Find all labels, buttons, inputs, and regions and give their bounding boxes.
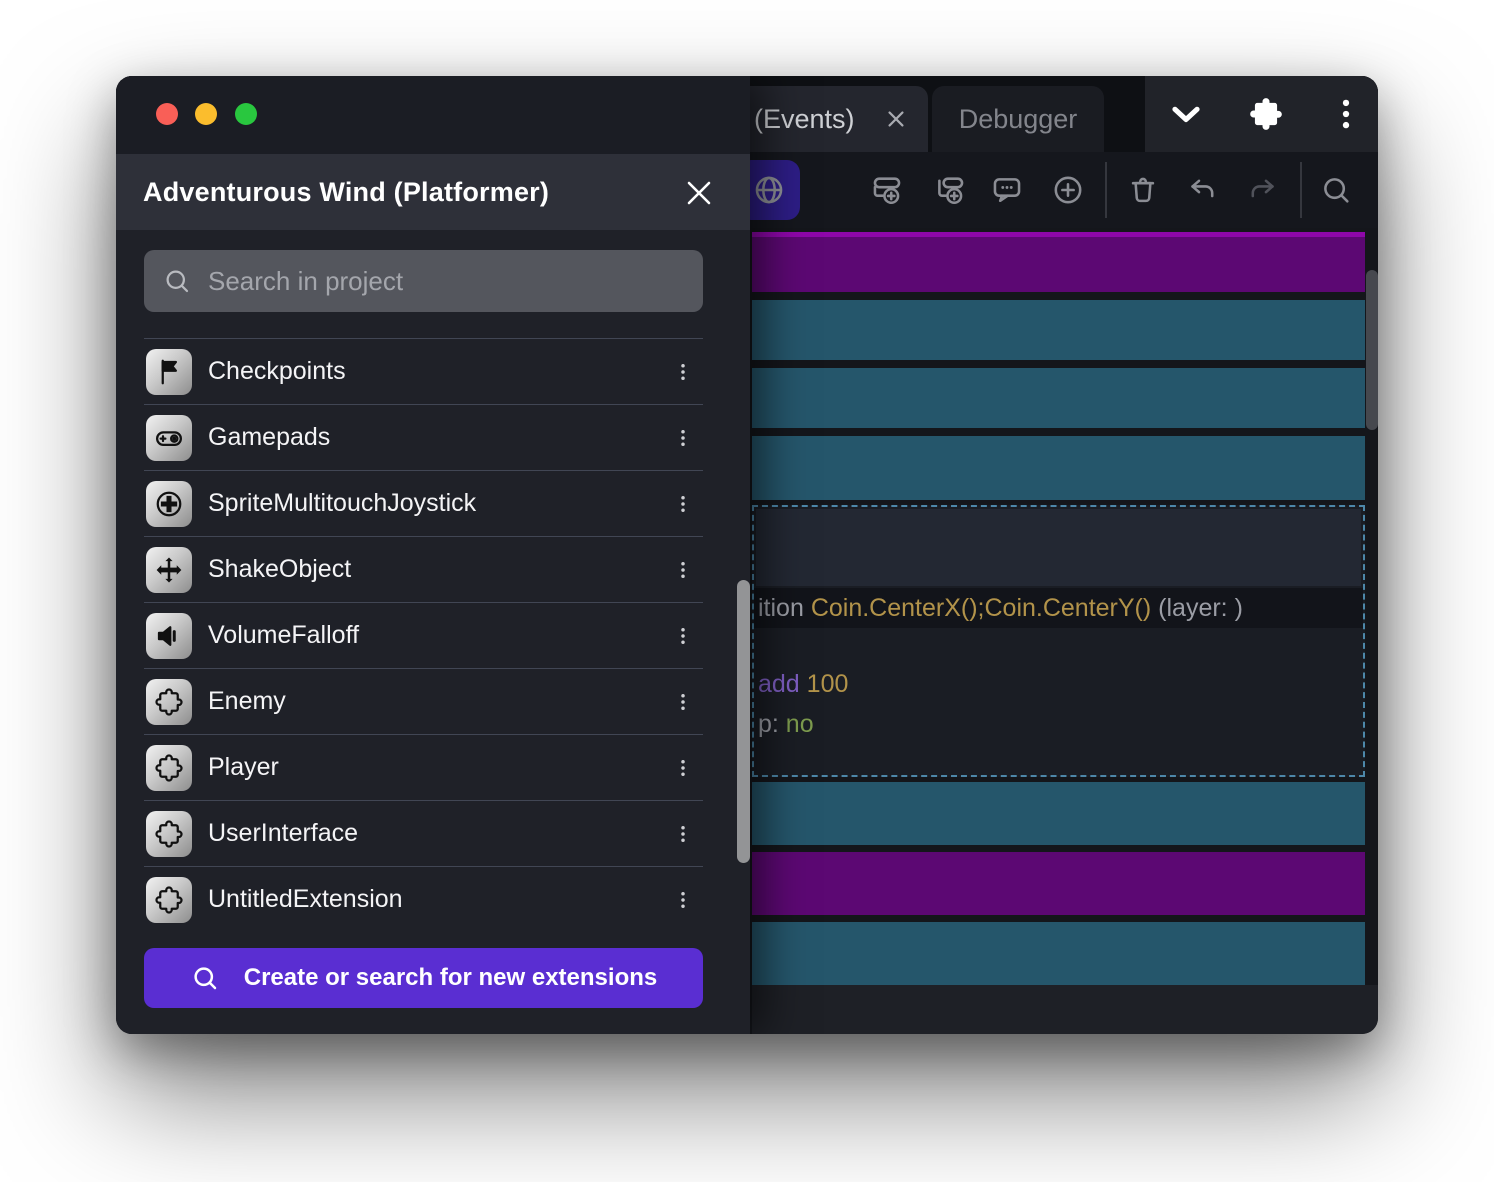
flag-icon xyxy=(146,349,192,395)
event-conditions-area[interactable] xyxy=(756,509,1361,586)
list-item-enemy[interactable]: Enemy xyxy=(144,668,703,734)
puzzle-icon xyxy=(146,811,192,857)
close-icon[interactable] xyxy=(684,178,714,208)
code-segment: no xyxy=(786,710,814,739)
app-window: (Events) Debugger xyxy=(116,76,1378,1034)
item-menu-icon[interactable] xyxy=(665,548,701,592)
code-segment: (layer: ) xyxy=(1151,594,1243,623)
puzzle-icon xyxy=(146,679,192,725)
list-item-label: Player xyxy=(208,753,665,782)
item-menu-icon[interactable] xyxy=(665,416,701,460)
list-item-label: UntitledExtension xyxy=(208,885,665,914)
code-segment: Coin.CenterY() xyxy=(984,594,1151,623)
selected-event-block[interactable]: ition Coin.CenterX();Coin.CenterY() (lay… xyxy=(752,505,1365,777)
event-row-purple[interactable] xyxy=(752,232,1365,292)
event-code-line[interactable]: ition Coin.CenterX();Coin.CenterY() (lay… xyxy=(754,588,1363,628)
code-segment: p: xyxy=(758,710,786,739)
item-menu-icon[interactable] xyxy=(665,680,701,724)
project-search xyxy=(144,250,703,312)
list-item-player[interactable]: Player xyxy=(144,734,703,800)
events-sheet: ition Coin.CenterX();Coin.CenterY() (lay… xyxy=(752,76,1365,1034)
gamepad-icon xyxy=(146,415,192,461)
item-menu-icon[interactable] xyxy=(665,812,701,856)
list-item-checkpoints[interactable]: Checkpoints xyxy=(144,338,703,404)
list-item-userinterface[interactable]: UserInterface xyxy=(144,800,703,866)
code-segment: 100 xyxy=(807,670,849,699)
event-row-purple[interactable] xyxy=(752,852,1365,915)
minimize-window-button[interactable] xyxy=(195,103,217,125)
window-titlebar xyxy=(116,76,750,154)
item-menu-icon[interactable] xyxy=(665,746,701,790)
list-item-gamepads[interactable]: Gamepads xyxy=(144,404,703,470)
event-row-teal[interactable] xyxy=(752,368,1365,428)
event-row-teal[interactable] xyxy=(752,922,1365,985)
create-extension-button[interactable]: Create or search for new extensions xyxy=(144,948,703,1008)
puzzle-icon xyxy=(146,877,192,923)
list-item-label: Enemy xyxy=(208,687,665,716)
list-item-label: VolumeFalloff xyxy=(208,621,665,650)
list-item-label: Checkpoints xyxy=(208,357,665,386)
list-item-label: ShakeObject xyxy=(208,555,665,584)
move-arrows-icon xyxy=(146,547,192,593)
event-row-teal[interactable] xyxy=(752,300,1365,360)
search-input[interactable] xyxy=(208,250,703,312)
list-item-shakeobject[interactable]: ShakeObject xyxy=(144,536,703,602)
create-extension-label: Create or search for new extensions xyxy=(244,964,657,992)
events-sheet-footer xyxy=(752,985,1378,1034)
project-manager-header: Adventurous Wind (Platformer) xyxy=(116,154,750,230)
list-item-untitledextension[interactable]: UntitledExtension xyxy=(144,866,703,932)
code-segment: ition xyxy=(758,594,811,623)
close-window-button[interactable] xyxy=(156,103,178,125)
speaker-icon xyxy=(146,613,192,659)
item-menu-icon[interactable] xyxy=(665,878,701,922)
list-item-spritemultitouchjoystick[interactable]: SpriteMultitouchJoystick xyxy=(144,470,703,536)
list-item-label: SpriteMultitouchJoystick xyxy=(208,489,665,518)
search-icon xyxy=(162,266,192,296)
event-row-teal[interactable] xyxy=(752,782,1365,845)
joystick-icon xyxy=(146,481,192,527)
event-code-line[interactable]: p: no xyxy=(758,705,1359,743)
project-title: Adventurous Wind (Platformer) xyxy=(143,177,549,208)
list-item-label: UserInterface xyxy=(208,819,665,848)
zoom-window-button[interactable] xyxy=(235,103,257,125)
event-row-teal[interactable] xyxy=(752,436,1365,500)
item-menu-icon[interactable] xyxy=(665,350,701,394)
code-segment: add xyxy=(758,670,807,699)
list-item-label: Gamepads xyxy=(208,423,665,452)
puzzle-icon xyxy=(146,745,192,791)
events-scrollbar[interactable] xyxy=(1366,270,1378,430)
project-manager-panel: Adventurous Wind (Platformer) Checkpoint… xyxy=(116,76,750,1034)
item-menu-icon[interactable] xyxy=(665,482,701,526)
desktop: (Events) Debugger xyxy=(0,0,1494,1182)
modal-scrollbar[interactable] xyxy=(737,580,750,863)
item-menu-icon[interactable] xyxy=(665,614,701,658)
extension-list: Checkpoints Gamepads SpriteMultitouchJoyst… xyxy=(144,338,703,932)
code-segment: Coin.CenterX(); xyxy=(811,594,985,623)
event-code-line[interactable]: add 100 xyxy=(758,665,1359,703)
list-item-volumefalloff[interactable]: VolumeFalloff xyxy=(144,602,703,668)
search-icon xyxy=(190,963,220,993)
